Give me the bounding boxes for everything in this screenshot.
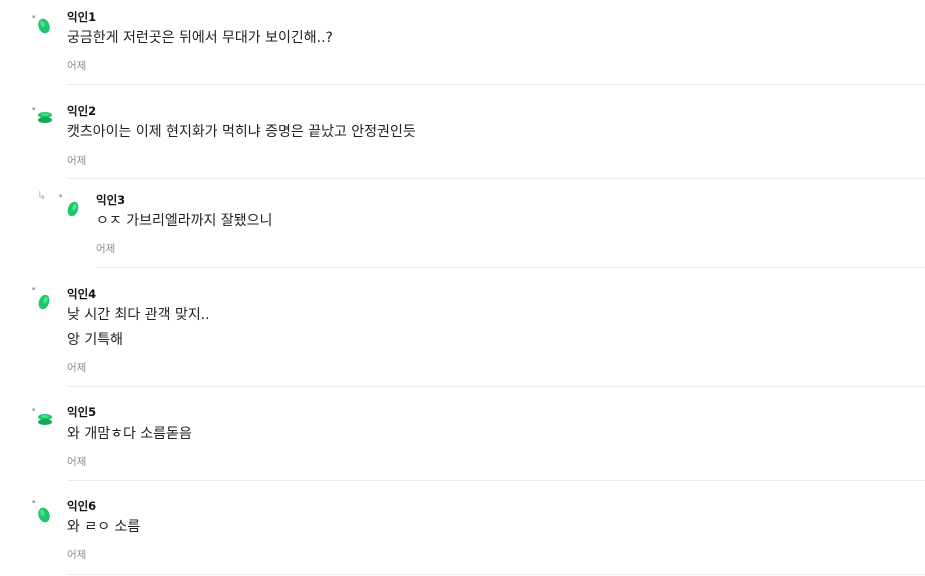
bean-avatar-icon[interactable]: [37, 17, 51, 35]
comment-text: 와 개맘ㅎ다 소름돋음: [67, 426, 192, 442]
stack-avatar-icon[interactable]: [37, 111, 53, 125]
avatar-badge-icon: ▪: [59, 193, 63, 199]
avatar-badge-icon: ▪: [32, 499, 36, 505]
comment-date: 어제: [67, 549, 87, 561]
avatar-badge-icon: ▪: [32, 106, 36, 112]
stack-avatar-icon[interactable]: [37, 413, 53, 427]
comment-item: ▪ 익인4 낮 시간 최다 관객 맞지.. 앙 기특해 어제: [0, 279, 925, 389]
comment-author[interactable]: 익인5: [67, 404, 96, 420]
comment-date: 어제: [67, 456, 87, 468]
reply-arrow-icon: ↳: [37, 189, 47, 202]
bean-avatar-icon[interactable]: [37, 293, 51, 311]
comment-author[interactable]: 익인4: [67, 286, 96, 302]
comment-author[interactable]: 익인6: [67, 498, 96, 514]
comment-text: 캣츠아이는 이제 현지화가 먹히냐 증명은 끝났고 안정권인듯: [67, 124, 416, 140]
comment-divider: [67, 84, 925, 85]
reply-comment-item: ↳ ▪ 익인3 ㅇㅈ 가브리엘라까지 잘됐으니 어제: [0, 185, 925, 270]
comment-item: ▪ 익인5 와 개맘ㅎ다 소름돋음 어제: [0, 397, 925, 482]
avatar-badge-icon: ▪: [32, 14, 36, 20]
comment-divider: [67, 386, 925, 387]
comment-text-line: 낮 시간 최다 관객 맞지..: [67, 307, 210, 323]
comment-text: 궁금한게 저런곳은 뒤에서 무대가 보이긴해..?: [67, 30, 333, 46]
comment-date: 어제: [67, 60, 87, 72]
comment-date: 어제: [67, 155, 87, 167]
comment-text: 와 ㄹㅇ 소름: [67, 519, 141, 535]
comment-item: ▪ 익인6 와 ㄹㅇ 소름 어제: [0, 490, 925, 576]
avatar-badge-icon: ▪: [32, 407, 36, 413]
comment-author[interactable]: 익인2: [67, 103, 96, 119]
comment-author[interactable]: 익인3: [96, 192, 125, 208]
comment-divider: [67, 574, 925, 575]
comment-date: 어제: [96, 243, 116, 255]
bean-avatar-icon[interactable]: [66, 200, 80, 218]
comment-text: ㅇㅈ 가브리엘라까지 잘됐으니: [96, 213, 273, 229]
comment-divider: [67, 480, 925, 481]
comment-item: ▪ 익인2 캣츠아이는 이제 현지화가 먹히냐 증명은 끝났고 안정권인듯 어제: [0, 95, 925, 180]
comment-item: ▪ 익인1 궁금한게 저런곳은 뒤에서 무대가 보이긴해..? 어제: [0, 0, 925, 85]
avatar-badge-icon: ▪: [32, 286, 36, 292]
bean-avatar-icon[interactable]: [37, 506, 51, 524]
comment-date: 어제: [67, 362, 87, 374]
comment-author[interactable]: 익인1: [67, 9, 96, 25]
comment-divider: [67, 178, 925, 179]
comment-text-line: 앙 기특해: [67, 332, 123, 348]
comment-divider: [96, 267, 925, 268]
